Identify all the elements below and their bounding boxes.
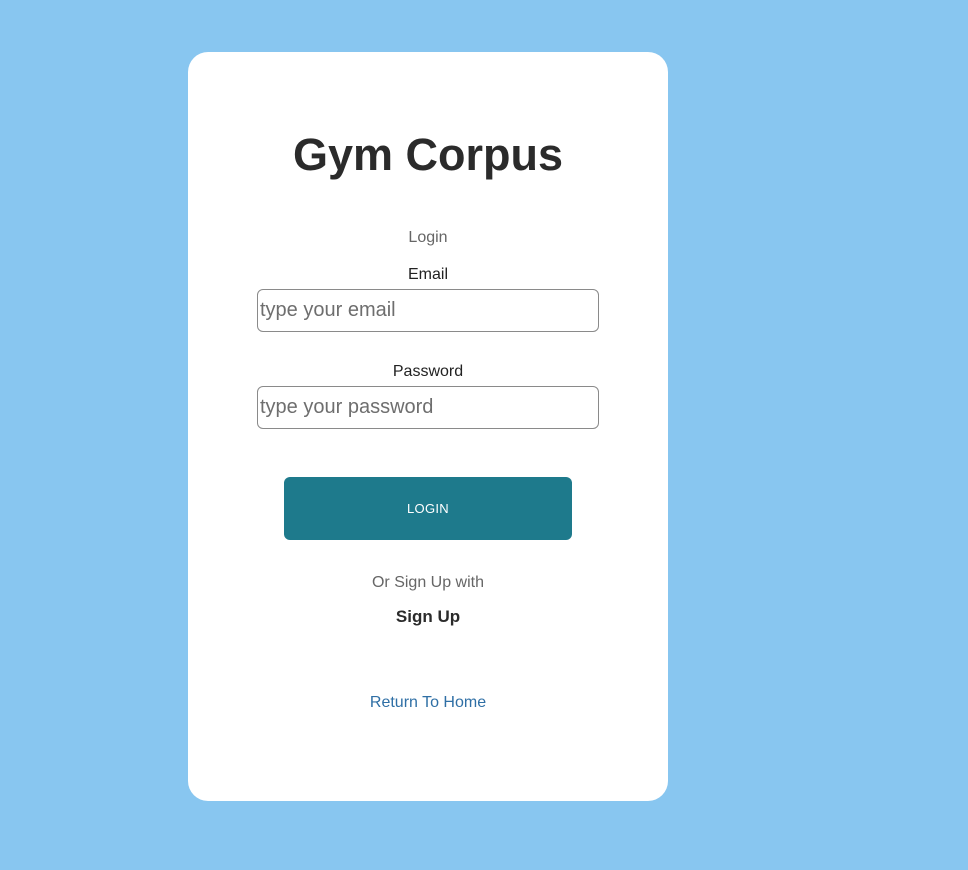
signup-prompt: Or Sign Up with [371,574,485,591]
home-link-row: Return To Home [188,693,668,713]
password-field[interactable] [257,386,599,429]
login-button[interactable]: LOGIN [284,477,572,540]
email-label: Email [407,266,448,283]
login-card: Gym Corpus Login Email Password LOGIN Or… [188,52,668,801]
app-title: Gym Corpus [292,129,564,180]
signup-link[interactable]: Sign Up [396,607,460,626]
return-home-link[interactable]: Return To Home [370,694,486,711]
signup-link-row: Sign Up [188,607,668,627]
form-subtitle: Login [408,229,448,246]
password-label: Password [392,363,464,380]
email-field[interactable] [257,289,599,332]
